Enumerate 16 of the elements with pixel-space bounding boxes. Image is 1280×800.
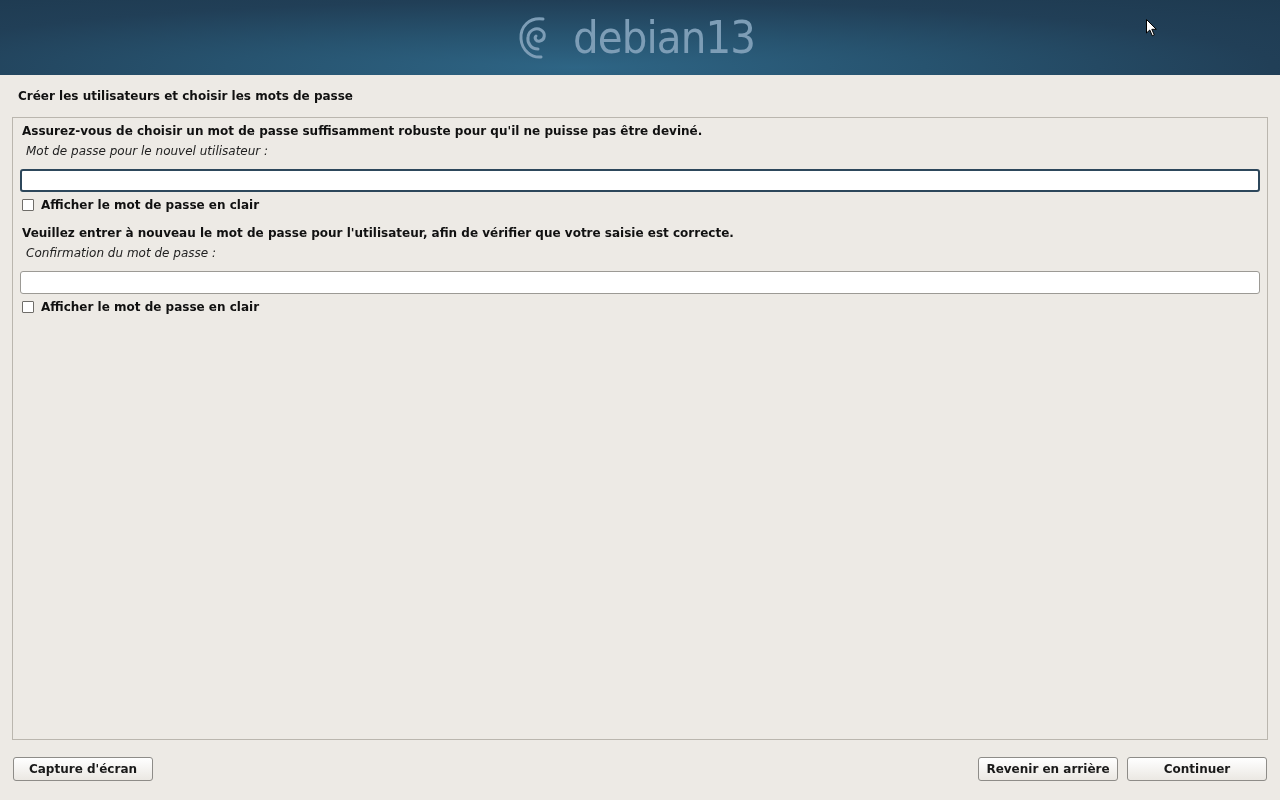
question-description: Veuillez entrer à nouveau le mot de passe pour l'utilisateur, afin de vérifier que votre saisie est correcte. <box>22 225 735 241</box>
dialog-button[interactable]: Continuer <box>1127 756 1267 781</box>
dialog-button[interactable]: Revenir en arrière <box>978 756 1118 781</box>
page-title: Créer les utilisateurs et choisir les mots de passe <box>18 88 353 105</box>
checkbox[interactable] <box>22 199 34 211</box>
logo-text: debian13 <box>572 15 756 60</box>
field-label: Mot de passe pour le nouvel utilisateur : <box>26 143 270 159</box>
password-field[interactable] <box>20 169 1260 192</box>
mouse-cursor-icon <box>1146 19 1157 37</box>
checkbox-label[interactable]: Afficher le mot de passe en clair <box>41 299 260 315</box>
field-label: Confirmation du mot de passe : <box>26 245 217 261</box>
checkbox[interactable] <box>22 301 34 313</box>
password-field[interactable] <box>20 271 1260 294</box>
dialog-button[interactable]: Capture d'écran <box>13 756 153 781</box>
checkbox-label[interactable]: Afficher le mot de passe en clair <box>41 197 260 213</box>
question-description: Assurez-vous de choisir un mot de passe suffisamment robuste pour qu'il ne puisse pas être deviné. <box>22 123 704 139</box>
